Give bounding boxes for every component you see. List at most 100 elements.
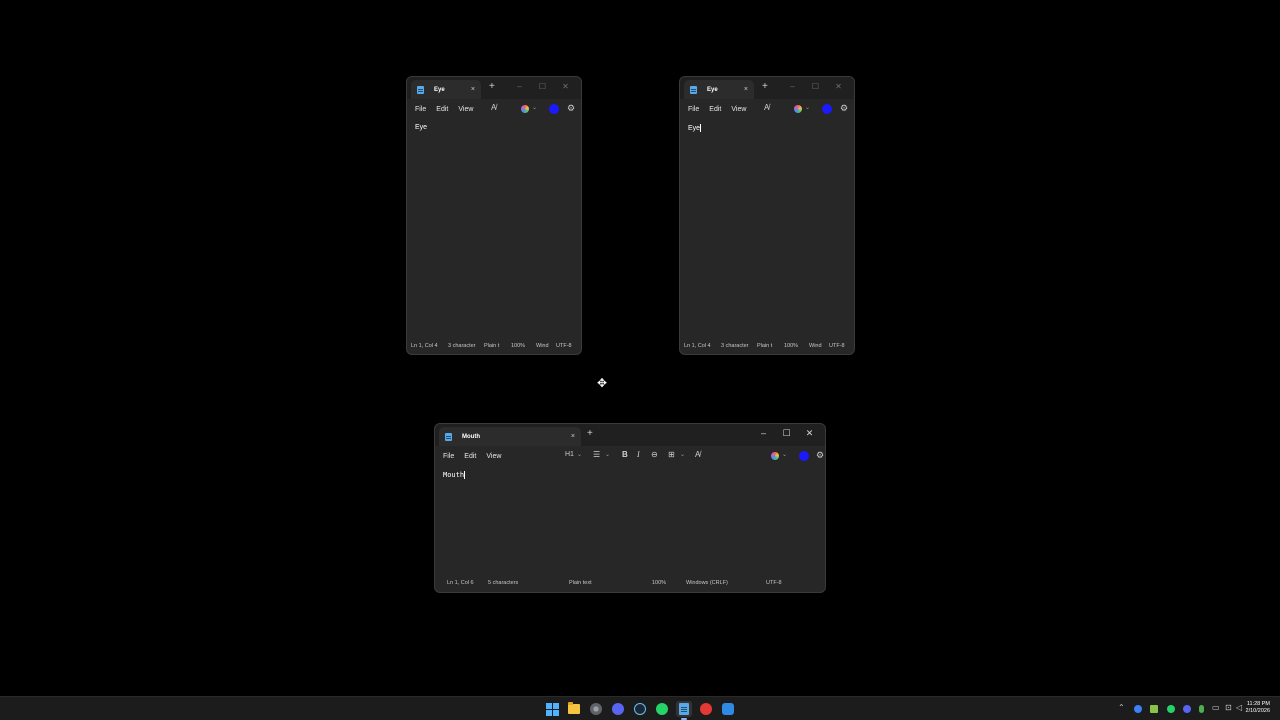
status-encoding[interactable]: UTF-8 bbox=[766, 580, 782, 586]
status-encoding[interactable]: UTF-8 bbox=[556, 343, 572, 349]
menu-view[interactable]: View bbox=[731, 106, 746, 113]
close-icon[interactable]: ✕ bbox=[554, 79, 577, 93]
account-avatar[interactable] bbox=[822, 104, 832, 114]
notepad-icon bbox=[445, 432, 452, 441]
text-caret bbox=[700, 124, 702, 132]
close-tab-icon[interactable]: × bbox=[744, 86, 748, 93]
settings-gear-icon[interactable]: ⚙ bbox=[840, 103, 848, 114]
title-bar[interactable]: Mouth × + – ☐ ✕ bbox=[435, 424, 825, 446]
chevron-up-icon[interactable]: ⌃ bbox=[1118, 703, 1125, 713]
close-tab-icon[interactable]: × bbox=[471, 86, 475, 93]
text-editor[interactable]: Eye bbox=[680, 119, 854, 137]
format-clear-icon[interactable]: A̸ bbox=[695, 450, 700, 460]
list-icon[interactable]: ☰ bbox=[593, 450, 600, 460]
heading-dropdown[interactable]: H1 bbox=[565, 450, 574, 460]
title-bar[interactable]: Eye × + – ☐ ✕ bbox=[680, 77, 854, 99]
status-line-ending[interactable]: Wind bbox=[536, 343, 549, 349]
menu-file[interactable]: File bbox=[688, 106, 699, 113]
maximize-icon[interactable]: ☐ bbox=[804, 79, 827, 93]
status-format[interactable]: Plain t bbox=[484, 343, 502, 349]
menu-edit[interactable]: Edit bbox=[464, 453, 476, 460]
format-clear-icon[interactable]: A̸ bbox=[764, 103, 769, 113]
italic-icon[interactable]: I bbox=[637, 450, 640, 460]
notepad-window-eye-right[interactable]: Eye × + – ☐ ✕ File Edit View A̸ ⌄ ⚙ Eye … bbox=[679, 76, 855, 355]
chrome-icon[interactable] bbox=[588, 701, 604, 717]
copilot-icon[interactable] bbox=[794, 105, 802, 113]
menu-view[interactable]: View bbox=[458, 106, 473, 113]
new-tab-button[interactable]: + bbox=[489, 82, 495, 92]
menu-view[interactable]: View bbox=[486, 453, 501, 460]
status-characters: 5 characters bbox=[488, 580, 519, 586]
minimize-icon[interactable]: – bbox=[752, 426, 775, 440]
format-clear-icon[interactable]: A̸ bbox=[491, 103, 496, 113]
chevron-down-icon[interactable]: ⌄ bbox=[577, 451, 582, 458]
status-encoding[interactable]: UTF-8 bbox=[829, 343, 845, 349]
copilot-icon[interactable] bbox=[771, 452, 779, 460]
status-line-ending[interactable]: Windows (CRLF) bbox=[686, 580, 728, 586]
status-format[interactable]: Plain t bbox=[757, 343, 775, 349]
settings-gear-icon[interactable]: ⚙ bbox=[816, 450, 824, 461]
table-icon[interactable]: ⊞ bbox=[668, 450, 675, 460]
chevron-down-icon[interactable]: ⌄ bbox=[782, 451, 787, 458]
steam-icon[interactable] bbox=[632, 701, 648, 717]
file-explorer-icon[interactable] bbox=[566, 701, 582, 717]
tab-eye[interactable]: Eye × bbox=[684, 80, 754, 99]
maximize-icon[interactable]: ☐ bbox=[775, 426, 798, 440]
chevron-down-icon[interactable]: ⌄ bbox=[605, 451, 610, 458]
notepad-icon[interactable] bbox=[676, 701, 692, 720]
status-zoom[interactable]: 100% bbox=[652, 580, 666, 586]
status-characters: 3 character bbox=[448, 343, 476, 349]
window-controls: – ☐ ✕ bbox=[752, 426, 821, 440]
volume-icon[interactable]: ◁ bbox=[1236, 703, 1242, 713]
tab-eye[interactable]: Eye × bbox=[411, 80, 481, 99]
start-icon[interactable] bbox=[544, 701, 560, 717]
app-icon[interactable] bbox=[698, 701, 714, 717]
minimize-icon[interactable]: – bbox=[781, 79, 804, 93]
menu-edit[interactable]: Edit bbox=[709, 106, 721, 113]
new-tab-button[interactable]: + bbox=[762, 82, 768, 92]
title-bar[interactable]: Eye × + – ☐ ✕ bbox=[407, 77, 581, 99]
window-controls: – ☐ ✕ bbox=[781, 79, 850, 93]
status-bar: Ln 1, Col 4 3 character Plain t 100% Win… bbox=[680, 338, 854, 354]
tray-app-icon[interactable] bbox=[1134, 705, 1142, 713]
status-zoom[interactable]: 100% bbox=[511, 343, 525, 349]
close-icon[interactable]: ✕ bbox=[798, 426, 821, 440]
text-editor[interactable]: Eye bbox=[407, 119, 581, 136]
tray-app-icon[interactable] bbox=[1150, 705, 1158, 713]
notepad-icon bbox=[417, 85, 424, 94]
move-cursor-icon: ✥ bbox=[597, 376, 608, 390]
menu-file[interactable]: File bbox=[443, 453, 454, 460]
menu-edit[interactable]: Edit bbox=[436, 106, 448, 113]
notepad-window-mouth[interactable]: Mouth × + – ☐ ✕ File Edit View H1 ⌄ ☰ ⌄ … bbox=[434, 423, 826, 593]
status-line-ending[interactable]: Wind bbox=[809, 343, 822, 349]
bold-icon[interactable]: B bbox=[622, 450, 628, 460]
close-tab-icon[interactable]: × bbox=[571, 433, 575, 440]
settings-gear-icon[interactable]: ⚙ bbox=[567, 103, 575, 114]
display-icon[interactable]: ▭ bbox=[1212, 703, 1220, 713]
chevron-down-icon[interactable]: ⌄ bbox=[680, 451, 685, 458]
status-zoom[interactable]: 100% bbox=[784, 343, 798, 349]
network-icon[interactable]: ⊡ bbox=[1225, 703, 1232, 713]
discord-icon[interactable] bbox=[610, 701, 626, 717]
close-icon[interactable]: ✕ bbox=[827, 79, 850, 93]
account-avatar[interactable] bbox=[799, 451, 809, 461]
whatsapp-tray-icon[interactable] bbox=[1167, 705, 1175, 713]
whatsapp-icon[interactable] bbox=[654, 701, 670, 717]
notepad-window-eye-left[interactable]: Eye × + – ☐ ✕ File Edit View A̸ ⌄ ⚙ Eye … bbox=[406, 76, 582, 355]
copilot-icon[interactable] bbox=[521, 105, 529, 113]
minimize-icon[interactable]: – bbox=[508, 79, 531, 93]
maximize-icon[interactable]: ☐ bbox=[531, 79, 554, 93]
link-icon[interactable]: ⊖ bbox=[651, 450, 658, 460]
chevron-down-icon[interactable]: ⌄ bbox=[532, 104, 537, 111]
account-avatar[interactable] bbox=[549, 104, 559, 114]
menu-file[interactable]: File bbox=[415, 106, 426, 113]
quick-assist-icon[interactable] bbox=[720, 701, 736, 717]
clock[interactable]: 11:28 PM 2/10/2026 bbox=[1246, 701, 1270, 715]
text-editor[interactable]: Mouth bbox=[435, 466, 825, 484]
tab-mouth[interactable]: Mouth × bbox=[439, 427, 581, 446]
new-tab-button[interactable]: + bbox=[587, 429, 593, 439]
discord-tray-icon[interactable] bbox=[1183, 705, 1191, 713]
microphone-icon[interactable] bbox=[1199, 705, 1204, 713]
status-format[interactable]: Plain text bbox=[569, 580, 592, 586]
chevron-down-icon[interactable]: ⌄ bbox=[805, 104, 810, 111]
